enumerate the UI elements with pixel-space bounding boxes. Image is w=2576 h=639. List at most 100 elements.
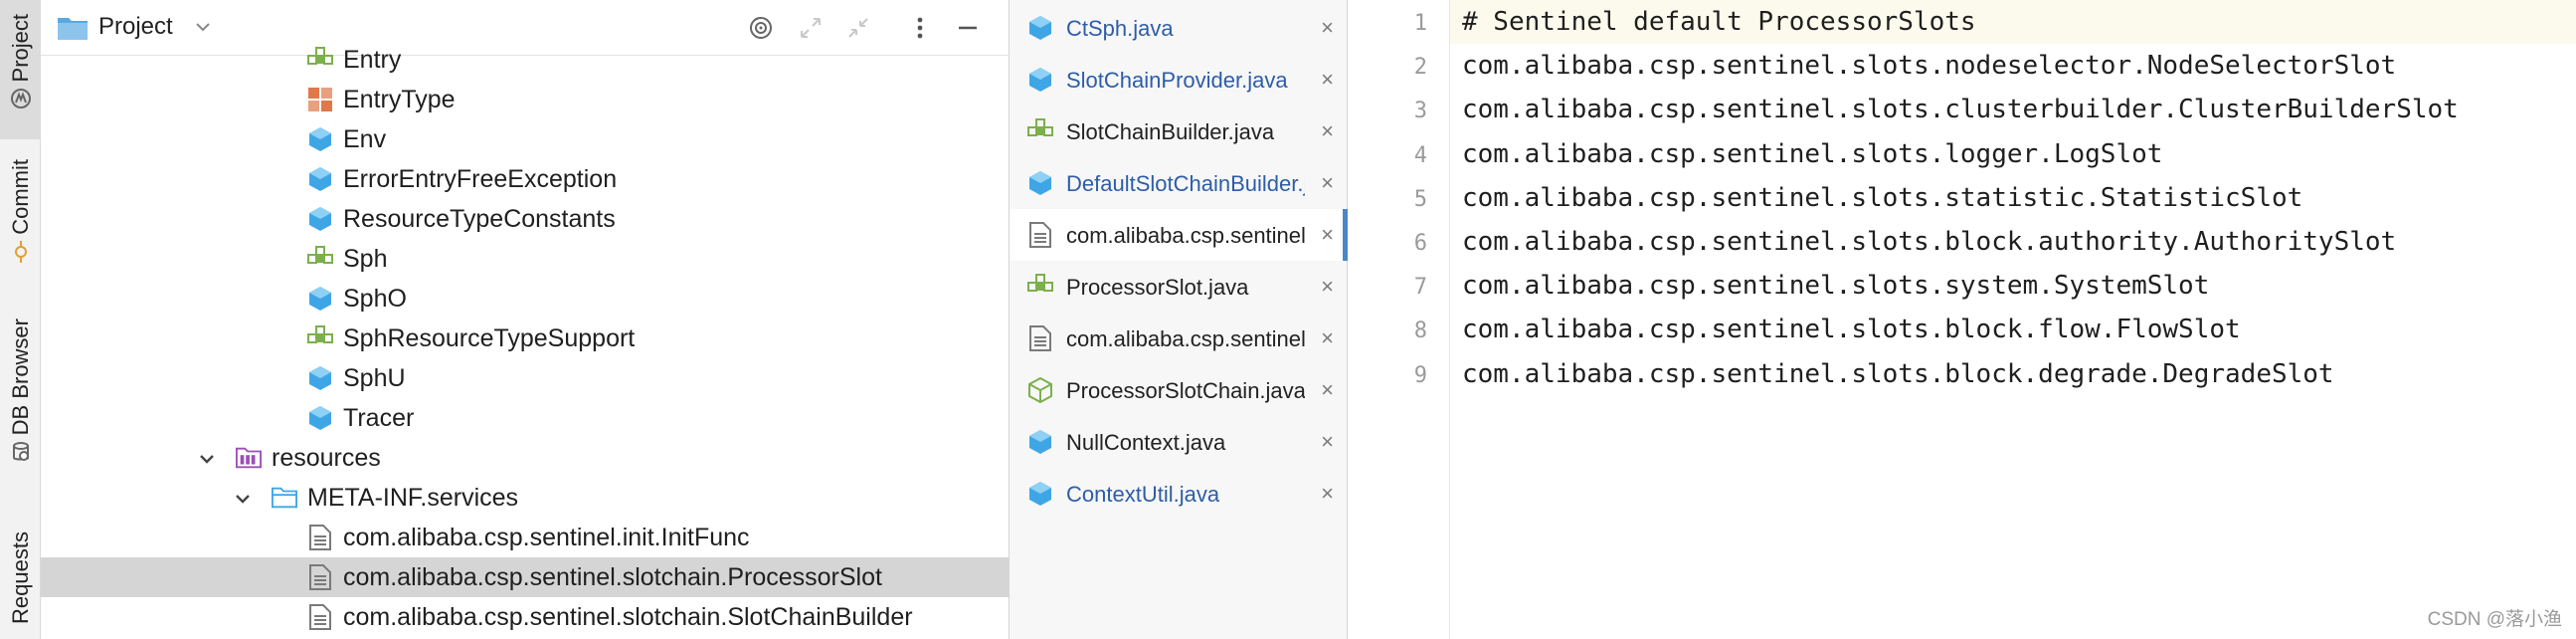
locate-file-icon[interactable] (747, 14, 775, 42)
tree-item-label: SphU (343, 364, 406, 392)
tree-item-label: SphO (343, 285, 407, 313)
editor-tab[interactable]: SlotChainProvider.java × (1010, 54, 1348, 106)
code-line[interactable]: com.alibaba.csp.sentinel.slots.logger.Lo… (1462, 139, 2162, 169)
line-number: 2 (1413, 55, 1427, 81)
code-line[interactable]: com.alibaba.csp.sentinel.slots.system.Sy… (1462, 271, 2209, 301)
close-tab-icon[interactable]: × (1321, 483, 1334, 505)
editor-tab[interactable]: ProcessorSlot.java × (1010, 261, 1348, 313)
code-line[interactable]: com.alibaba.csp.sentinel.slots.nodeselec… (1462, 51, 2396, 81)
stripe-db-browser-label: DB Browser (7, 319, 33, 436)
tree-item[interactable]: com.alibaba.csp.sentinel.slotchain.SlotC… (41, 597, 1010, 637)
expand-arrow-icon[interactable] (234, 490, 252, 508)
editor-tab[interactable]: ContextUtil.java × (1010, 468, 1348, 520)
project-panel: Project Entry EntryType Env ErrorEntryFreeE… (41, 0, 1010, 639)
options-menu-icon[interactable] (906, 14, 934, 42)
file-icon (307, 525, 333, 550)
class-icon (307, 365, 333, 391)
editor-tab-label: ContextUtil.java (1066, 482, 1220, 507)
tree-item-label: META-INF.services (307, 484, 519, 512)
tree-item[interactable]: SphResourceTypeSupport (41, 319, 1010, 358)
expand-arrow-icon[interactable] (198, 450, 216, 468)
class-icon (1027, 429, 1053, 455)
tree-item[interactable]: EntryType (41, 80, 1010, 119)
tree-item-label: com.alibaba.csp.sentinel.init.InitFunc (343, 524, 750, 551)
class-icon (307, 166, 333, 192)
close-tab-icon[interactable]: × (1321, 69, 1334, 91)
enum-icon (307, 87, 333, 112)
tree-item[interactable]: Env (41, 119, 1010, 159)
editor-tab[interactable]: CtSph.java × (1010, 2, 1348, 54)
tree-item[interactable]: resources (41, 438, 1010, 478)
stripe-commit-button[interactable]: Commit (0, 159, 41, 289)
stripe-commit-label: Commit (7, 159, 33, 235)
hide-panel-icon[interactable] (954, 14, 982, 42)
chevron-down-icon[interactable] (194, 18, 212, 41)
tree-item-label: SphResourceTypeSupport (343, 324, 636, 352)
editor-tab[interactable]: com.alibaba.csp.sentinel.slotchain.SlotC… (1010, 313, 1348, 364)
tree-item[interactable]: META-INF.services (41, 478, 1010, 518)
file-icon (1027, 325, 1053, 351)
tree-item[interactable]: ResourceTypeConstants (41, 199, 1010, 239)
close-tab-icon[interactable]: × (1321, 431, 1334, 453)
editor-tab-label: NullContext.java (1066, 430, 1226, 455)
editor-tab-label: com.alibaba.csp.sentinel.slotchain.SlotC… (1066, 326, 1305, 351)
tree-item-label: com.alibaba.csp.sentinel.slotchain.SlotC… (343, 603, 913, 631)
editor-tab[interactable]: ProcessorSlotChain.java × (1010, 364, 1348, 416)
tree-item[interactable]: com.alibaba.csp.sentinel.init.InitFunc (41, 518, 1010, 557)
close-tab-icon[interactable]: × (1321, 327, 1334, 349)
code-line[interactable]: com.alibaba.csp.sentinel.slots.clusterbu… (1462, 95, 2459, 124)
close-tab-icon[interactable]: × (1321, 276, 1334, 298)
editor-tab[interactable]: com.alibaba.csp.sentinel.slotchain.Proce… (1010, 209, 1348, 261)
watermark: CSDN @落小渔 (2427, 609, 2562, 630)
tree-item[interactable]: SphO (41, 279, 1010, 319)
tree-item-label: Entry (343, 46, 402, 74)
code-line[interactable]: com.alibaba.csp.sentinel.slots.block.flo… (1462, 315, 2241, 344)
expand-all-icon[interactable] (797, 14, 825, 42)
close-tab-icon[interactable]: × (1321, 172, 1334, 194)
database-icon (10, 441, 32, 463)
editor-tab[interactable]: DefaultSlotChainBuilder.java × (1010, 157, 1348, 209)
editor-tab[interactable]: SlotChainBuilder.java × (1010, 106, 1348, 157)
class-icon (307, 405, 333, 431)
tree-item[interactable]: Tracer (41, 398, 1010, 438)
class-icon (307, 126, 333, 152)
line-number: 1 (1413, 11, 1427, 36)
line-number: 8 (1413, 319, 1427, 344)
stripe-requests-button[interactable]: Requests (0, 518, 41, 639)
code-line[interactable]: com.alibaba.csp.sentinel.slots.statistic… (1462, 183, 2302, 213)
tree-item[interactable]: ErrorEntryFreeException (41, 159, 1010, 199)
editor-tab[interactable]: NullContext.java × (1010, 416, 1348, 468)
code-line[interactable]: com.alibaba.csp.sentinel.slots.block.aut… (1462, 227, 2396, 257)
code-comment-line[interactable]: # Sentinel default ProcessorSlots (1462, 7, 1976, 37)
class-icon (307, 286, 333, 312)
tree-item[interactable]: Entry (41, 40, 1010, 80)
file-icon (1027, 222, 1053, 248)
collapse-all-icon[interactable] (844, 14, 872, 42)
stripe-project-button[interactable]: Project (0, 0, 41, 139)
stripe-db-browser-button[interactable]: DB Browser (0, 319, 41, 488)
close-tab-icon[interactable]: × (1321, 379, 1334, 401)
tree-item[interactable]: com.alibaba.csp.sentinel.slotchain.Proce… (41, 557, 1010, 597)
editor-tab-label: ProcessorSlotChain.java (1066, 378, 1305, 403)
tree-item-label: EntryType (343, 86, 456, 113)
line-number: 6 (1413, 231, 1427, 256)
editor-tab-label: com.alibaba.csp.sentinel.slotchain.Proce… (1066, 223, 1305, 248)
project-panel-title[interactable]: Project (98, 13, 173, 41)
resources-folder-icon (236, 445, 262, 471)
tree-item-label: ErrorEntryFreeException (343, 165, 618, 193)
class-icon (1027, 481, 1053, 507)
tree-item-label: com.alibaba.csp.sentinel.slotchain.Proce… (343, 563, 882, 591)
line-number-gutter: 1 2 3 4 5 6 7 8 9 (1348, 0, 1450, 639)
close-tab-icon[interactable]: × (1321, 17, 1334, 39)
stripe-project-label: Project (7, 14, 33, 83)
editor-tab-label: DefaultSlotChainBuilder.java (1066, 171, 1305, 196)
tree-item[interactable]: Sph (41, 239, 1010, 279)
close-tab-icon[interactable]: × (1321, 120, 1334, 142)
interface-icon (307, 47, 333, 73)
class-icon (307, 206, 333, 232)
code-line[interactable]: com.alibaba.csp.sentinel.slots.block.deg… (1462, 359, 2334, 389)
close-tab-icon[interactable]: × (1321, 224, 1334, 246)
tree-item[interactable]: SphU (41, 358, 1010, 398)
tree-item-label: Tracer (343, 404, 415, 432)
code-editor[interactable]: # Sentinel default ProcessorSlots com.ali… (1450, 0, 2576, 639)
